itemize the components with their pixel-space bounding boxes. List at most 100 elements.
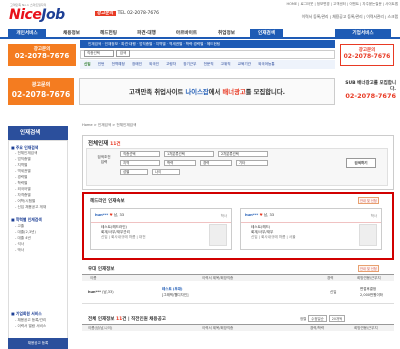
headline-apply-button[interactable]: 안내 및 신청 — [358, 197, 379, 204]
menu-item[interactable]: - 대졸(2,3년) — [15, 230, 36, 235]
search-go-button[interactable]: 검색 — [116, 50, 130, 57]
table-row[interactable]: hun*** (남,33) 테스트 (우대) [그래픽/웹디자인] 신입 면접후… — [82, 284, 394, 304]
headline-card[interactable]: hun*** ♥ 남, 33 학사 테스트(헤드) 회계/사무/재무 신입 | … — [240, 208, 382, 250]
age-select[interactable]: 나이 — [152, 169, 180, 175]
menu-item[interactable]: - 대졸 4년 — [15, 236, 31, 241]
region-select[interactable]: 지역 — [120, 160, 160, 166]
menu-item[interactable]: - 이력서 열람 서비스 — [15, 324, 46, 329]
headline-card[interactable]: hun*** ♥ 남, 33 학사 테스트(헤드라인) 회계/사무/재무관리 신… — [90, 208, 232, 250]
nav-personal[interactable]: 개인서비스 — [8, 29, 46, 38]
breadcrumb: Home > 인재검색 > 전체인재검색 — [82, 123, 137, 127]
menu-item[interactable]: - 박사 — [15, 248, 24, 253]
quick-discharge[interactable]: 전역예정 — [112, 62, 125, 66]
search-conditions-label: 검색조건 입력 — [97, 155, 111, 164]
banner-right[interactable]: SUB 배너광고를 모집합니다. 02-2078-7676 — [340, 78, 396, 105]
sub-nav[interactable]: 인재검색 · 인재정보 · 파견·대행 · 업직종별 · 지역별 · 역세권별 … — [80, 40, 335, 48]
premium-apply-button[interactable]: 안내 및 신청 — [358, 265, 379, 272]
nav-jobs[interactable]: 채용정보 — [55, 29, 88, 38]
right-ad[interactable]: 광고문의 02-2078-7676 — [340, 44, 394, 66]
menu-item[interactable]: - 역세권별 — [15, 169, 31, 174]
left-ad-label: 광고문의 — [33, 47, 51, 52]
banner-brand: 나이스잡 — [185, 89, 209, 96]
top-links[interactable]: HOME | 로그아웃 | 정보변경 | 고객센터 | 이벤트 | 자주묻는질문… — [205, 2, 398, 7]
right-ad-label: 광고문의 — [358, 48, 376, 53]
quick-newgrad[interactable]: 신입 — [84, 62, 91, 66]
per-page-select[interactable]: 20개씩 — [328, 315, 346, 322]
sort-label: 정렬 — [300, 317, 307, 321]
quick-category-bar: 신입 인턴 전역예정 장애인 외국인 고령자 장기근무 전문직 고위직 교육기관… — [80, 60, 335, 69]
row-meta: (남,33) — [102, 290, 114, 294]
nav-talent-search[interactable]: 인재검색 — [250, 29, 283, 38]
nav-parttime[interactable]: 아르바이트 — [170, 29, 203, 38]
page: { "header": { "logo_sub": "고객만족 No.1 스마트… — [0, 0, 400, 349]
all-table-header: 이름(성/남,나이) 이력서 제목/희망직종 경력/학력 희망연봉/근무지 — [82, 324, 394, 331]
sort-select[interactable]: 수정일순 — [308, 315, 327, 322]
menu-item[interactable]: - 어학/시험별 — [15, 199, 35, 204]
col-career: 경력/학력 — [310, 326, 325, 330]
row-title[interactable]: 테스트 (우대) — [162, 287, 183, 292]
resume-summary: 신입 | 회사내규에 따름 | 대전 — [101, 235, 146, 239]
education-select[interactable]: 학력 — [164, 160, 196, 166]
ad-contact-label: 광고문의 — [95, 11, 116, 16]
degree-tag: 학사 — [370, 214, 377, 218]
menu-item[interactable]: - 업직종별 — [15, 157, 31, 162]
account-links[interactable]: 이력서 등록/관리 | 채용공고 등록/관리 | 이력서관리 | 스크랩 — [210, 14, 398, 20]
banner-right-label: SUB 배너광고를 모집합니다. — [345, 81, 396, 92]
menu-item[interactable]: - 경력별 — [15, 175, 27, 180]
menu-item[interactable]: - 고졸 — [15, 224, 24, 229]
nav-jobinfo[interactable]: 취업정보 — [210, 29, 243, 38]
quick-education[interactable]: 교육기관 — [238, 62, 251, 66]
quick-executive[interactable]: 고위직 — [221, 62, 231, 66]
all-talent-title: 전체 인재정보 11건 | 직전인원 채용공고 — [88, 316, 166, 322]
menu-item[interactable]: - 신입 채용공고 게재 — [15, 205, 46, 210]
all-talent-suffix: 건 | 직전인원 채용공고 — [122, 317, 166, 322]
nav-dispatch[interactable]: 파견·대행 — [130, 29, 163, 38]
category2-select[interactable]: 2차분류선택 — [218, 151, 268, 157]
result-count: 11건 — [110, 142, 121, 147]
menu-item[interactable]: - 학력별 — [15, 181, 27, 186]
left-ad[interactable]: 광고문의 02-2078-7676 — [8, 44, 76, 66]
quick-professional[interactable]: 전문직 — [204, 62, 214, 66]
quick-disabled[interactable]: 장애인 — [132, 62, 142, 66]
search-button[interactable]: 검색하기 — [346, 158, 376, 168]
job-select[interactable]: 직종선택 — [120, 151, 160, 157]
post-job-banner[interactable]: 채용공고 등록 — [8, 338, 68, 349]
quick-intern[interactable]: 인턴 — [98, 62, 105, 66]
row-id: hun*** — [88, 290, 101, 294]
logo-job: Job — [41, 7, 65, 23]
card-divider — [91, 222, 231, 223]
quick-language[interactable]: 외국어능통 — [258, 62, 275, 66]
col-title: 이력서 제목/희망직종 — [202, 326, 234, 330]
site-logo[interactable]: NiceJob — [9, 7, 65, 23]
avatar — [359, 224, 377, 246]
nav-company[interactable]: 기업서비스 — [335, 29, 391, 38]
quick-longterm[interactable]: 장기근무 — [183, 62, 196, 66]
avatar — [209, 224, 227, 246]
banner-left-phone: 02-2078-7676 — [11, 90, 71, 99]
gender-select[interactable]: 성별 — [120, 169, 148, 175]
row-career: 신입 — [330, 290, 337, 294]
headline-title: 헤드라인 인재속보 — [90, 199, 125, 204]
career-select[interactable]: 경력 — [200, 160, 232, 166]
banner-left-label: 광고문의 — [31, 82, 51, 88]
banner-left[interactable]: 광고문의 02-2078-7676 — [8, 78, 74, 105]
banner-ad-word: 배너광고 — [222, 89, 246, 96]
menu-item[interactable]: - 지역별 — [15, 163, 27, 168]
degree-tag: 학사 — [220, 214, 227, 218]
quick-senior[interactable]: 고령자 — [166, 62, 176, 66]
nav-headhunting[interactable]: 헤드헌팅 — [92, 29, 125, 38]
row-salary: 면접후결정 — [360, 287, 377, 291]
menu-item[interactable]: - 석사 — [15, 242, 24, 247]
etc-select[interactable]: 기타 — [236, 160, 268, 166]
menu-item[interactable]: - 자격증별 — [15, 193, 31, 198]
banner-main[interactable]: 고객만족 취업사이트 나이스잡에서 배너광고를 모집합니다. — [79, 78, 335, 105]
menu-item[interactable]: - 전체인재검색 — [15, 151, 37, 156]
candidate-meta: 남, 33 — [113, 213, 125, 217]
menu-item[interactable]: - 채용공고 등록/관리 — [15, 318, 46, 323]
candidate-id: hun*** — [245, 213, 259, 217]
row-category: [그래픽/웹디자인] — [162, 293, 189, 297]
category1-select[interactable]: 1차분류선택 — [164, 151, 214, 157]
quick-foreigner[interactable]: 외국인 — [149, 62, 159, 66]
menu-item[interactable]: - 외국어별 — [15, 187, 31, 192]
category-select[interactable]: 직종선택 — [84, 50, 114, 57]
